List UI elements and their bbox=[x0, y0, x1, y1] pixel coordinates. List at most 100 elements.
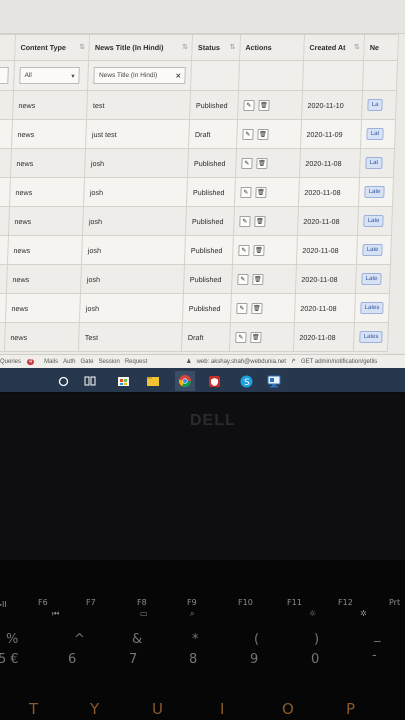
key-f7: F7 bbox=[86, 598, 96, 607]
created-at-cell: 2020-11-08 bbox=[295, 264, 357, 294]
news-title-cell: josh bbox=[80, 264, 185, 294]
delete-icon[interactable]: 🗑 bbox=[251, 302, 263, 314]
delete-icon[interactable]: 🗑 bbox=[253, 244, 265, 256]
chrome-icon[interactable] bbox=[175, 371, 195, 391]
table-row: news josh Published ✎ 🗑 2020-11-08 Lates bbox=[0, 293, 390, 323]
key-7: 7 bbox=[129, 652, 138, 667]
category-badge[interactable]: Lates bbox=[360, 302, 384, 314]
page-header-strip bbox=[0, 0, 405, 34]
category-badge[interactable]: La bbox=[367, 99, 383, 111]
key-f8: F8 bbox=[137, 598, 147, 607]
news-title-cell: just test bbox=[85, 119, 190, 149]
key-f11: F11 bbox=[287, 598, 302, 607]
sort-icon[interactable]: ⇅ bbox=[354, 43, 360, 51]
row-filter-box[interactable] bbox=[0, 67, 9, 84]
delete-icon[interactable]: 🗑 bbox=[250, 331, 262, 343]
edit-icon[interactable]: ✎ bbox=[236, 302, 248, 314]
content-type-cell: news bbox=[8, 206, 84, 236]
table-row: news josh Published ✎ 🗑 2020-11-08 Late bbox=[0, 206, 393, 236]
key-9: 9 bbox=[250, 652, 259, 667]
sort-icon[interactable]: ⇅ bbox=[182, 43, 188, 51]
content-type-filter-select[interactable]: All ▾ bbox=[19, 67, 80, 84]
delete-icon[interactable]: 🗑 bbox=[254, 215, 266, 227]
category-badge[interactable]: Late bbox=[362, 244, 383, 256]
debug-request-tab[interactable]: Request bbox=[125, 359, 147, 365]
category-badge[interactable]: Late bbox=[361, 273, 382, 285]
badge-cell: Late bbox=[356, 235, 392, 265]
debug-auth-tab[interactable]: Auth bbox=[63, 359, 75, 365]
table-row: news test Published ✎ 🗑 2020-11-10 La bbox=[0, 90, 397, 120]
store-icon[interactable] bbox=[115, 373, 131, 389]
actions-cell: ✎ 🗑 bbox=[229, 322, 295, 352]
file-explorer-icon[interactable] bbox=[145, 373, 161, 389]
edit-icon[interactable]: ✎ bbox=[242, 128, 254, 140]
sort-icon[interactable]: ⇅ bbox=[229, 43, 235, 51]
news-title-header[interactable]: News Title (In Hindi) ⇅ bbox=[89, 34, 193, 61]
edit-icon[interactable]: ✎ bbox=[237, 273, 249, 285]
content-type-cell: news bbox=[6, 264, 82, 294]
category-badge[interactable]: Late bbox=[363, 215, 384, 227]
category-badge[interactable]: Late bbox=[364, 186, 385, 198]
task-view-icon[interactable] bbox=[82, 373, 98, 389]
row-select-cell[interactable] bbox=[0, 90, 14, 120]
brightness-up-icon: ✲ bbox=[360, 609, 367, 618]
news-title-cell: josh bbox=[84, 148, 189, 178]
badge-cell: Lates bbox=[354, 293, 390, 323]
content-type-cell: news bbox=[5, 293, 81, 323]
status-cell: Published bbox=[187, 148, 237, 178]
actions-cell: ✎ 🗑 bbox=[233, 206, 299, 236]
debug-bar: Queries 4 Mails Auth Gate Session Request… bbox=[0, 354, 405, 368]
status-cell: Published bbox=[183, 264, 233, 294]
delete-icon[interactable]: 🗑 bbox=[255, 186, 267, 198]
security-icon[interactable] bbox=[206, 373, 222, 389]
key-8: 8 bbox=[189, 652, 198, 667]
created-at-cell: 2020-11-08 bbox=[299, 148, 361, 178]
clear-filter-icon[interactable]: ✕ bbox=[175, 72, 181, 80]
edit-icon[interactable]: ✎ bbox=[241, 157, 253, 169]
delete-icon[interactable]: 🗑 bbox=[257, 128, 269, 140]
previous-track-icon: ⏮ bbox=[52, 609, 60, 618]
category-badge[interactable]: Lat bbox=[365, 157, 383, 169]
filter-cell bbox=[0, 60, 15, 91]
remote-desktop-icon[interactable] bbox=[266, 373, 282, 389]
status-header[interactable]: Status ⇅ bbox=[192, 34, 241, 61]
debug-gate-tab[interactable]: Gate bbox=[80, 359, 93, 365]
cortana-icon[interactable] bbox=[55, 373, 71, 389]
debug-queries-tab[interactable]: Queries 4 bbox=[0, 358, 39, 365]
created-at-header[interactable]: Created At ⇅ bbox=[303, 34, 365, 61]
dropdown-arrow-icon: ▾ bbox=[71, 72, 75, 80]
category-badge[interactable]: Lates bbox=[359, 331, 383, 343]
edit-icon[interactable]: ✎ bbox=[243, 99, 255, 111]
filter-cell: All ▾ bbox=[13, 60, 90, 91]
edit-icon[interactable]: ✎ bbox=[239, 215, 251, 227]
news-title-filter-input[interactable]: News Title (In Hindi) ✕ bbox=[93, 67, 187, 84]
table-row: news just test Draft ✎ 🗑 2020-11-09 Lat bbox=[0, 119, 396, 149]
badge-cell: Late bbox=[358, 177, 394, 207]
created-at-cell: 2020-11-08 bbox=[298, 177, 360, 207]
debug-mails-tab[interactable]: Mails bbox=[44, 359, 58, 365]
skype-icon[interactable]: S bbox=[238, 373, 254, 389]
delete-icon[interactable]: 🗑 bbox=[258, 99, 270, 111]
edit-icon[interactable]: ✎ bbox=[235, 331, 247, 343]
key-asterisk: * bbox=[192, 632, 199, 647]
news-grid-table: Content Type ⇅ News Title (In Hindi) ⇅ Sta… bbox=[0, 34, 399, 352]
badge-cell: Late bbox=[357, 206, 393, 236]
delete-icon[interactable]: 🗑 bbox=[252, 273, 264, 285]
delete-icon[interactable]: 🗑 bbox=[256, 157, 268, 169]
badge-cell: La bbox=[361, 90, 397, 120]
badge-cell: Lat bbox=[360, 119, 396, 149]
category-badge[interactable]: Lat bbox=[366, 128, 384, 140]
table-row: news josh Published ✎ 🗑 2020-11-08 Late bbox=[0, 177, 394, 207]
debug-session-tab[interactable]: Session bbox=[98, 359, 119, 365]
table-row: news Test Draft ✎ 🗑 2020-11-08 Lates bbox=[0, 322, 389, 352]
edit-icon[interactable]: ✎ bbox=[238, 244, 250, 256]
status-cell: Published bbox=[189, 90, 239, 120]
next-column-header[interactable]: Ne bbox=[363, 34, 399, 61]
key-f9: F9 bbox=[187, 598, 197, 607]
content-type-header[interactable]: Content Type ⇅ bbox=[14, 34, 90, 61]
edit-icon[interactable]: ✎ bbox=[240, 186, 252, 198]
brightness-icon: ☼ bbox=[309, 609, 317, 618]
key-f10: F10 bbox=[238, 598, 253, 607]
windows-taskbar: S bbox=[0, 368, 405, 392]
sort-icon[interactable]: ⇅ bbox=[79, 43, 85, 51]
